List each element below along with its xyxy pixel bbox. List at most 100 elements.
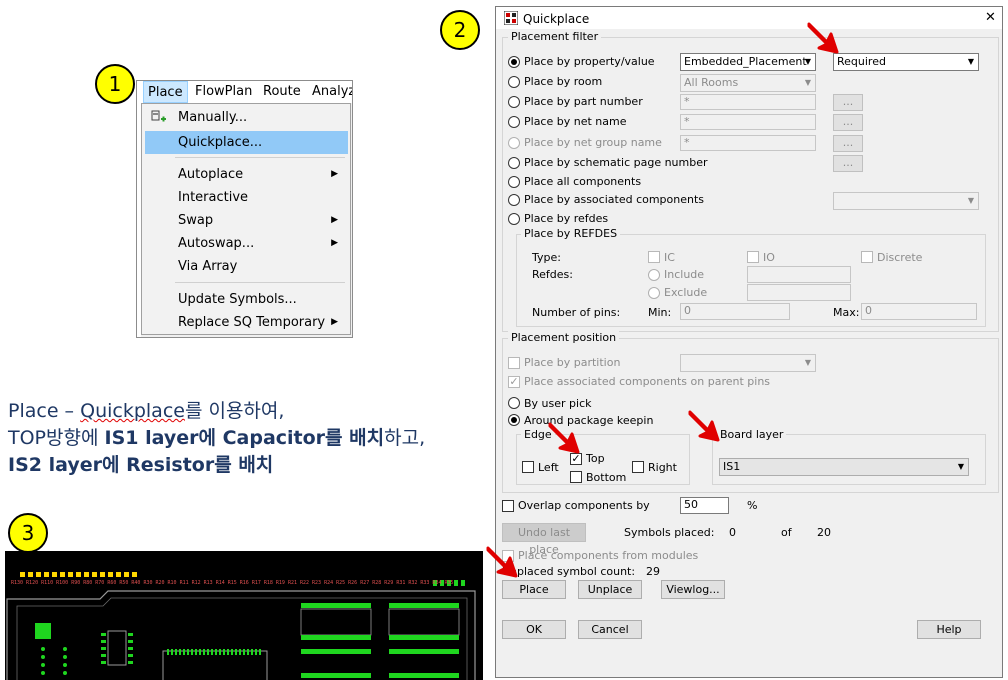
- menu-item-quickplace[interactable]: Quickplace...: [145, 131, 348, 154]
- refdes-label: Refdes:: [532, 268, 573, 281]
- include-field[interactable]: [747, 266, 851, 283]
- part-number-browse-button[interactable]: ...: [833, 94, 863, 111]
- checkbox-left[interactable]: [522, 461, 534, 473]
- associated-combo[interactable]: ▼: [833, 192, 979, 210]
- radio-property-value[interactable]: [508, 56, 520, 68]
- menu-item-autoplace[interactable]: Autoplace ▶: [145, 163, 348, 186]
- label-exclude: Exclude: [664, 286, 708, 299]
- radio-exclude[interactable]: [648, 287, 660, 299]
- radio-room[interactable]: [508, 76, 520, 88]
- annotation-arrow-icon: [688, 410, 720, 442]
- net-group-field[interactable]: *: [680, 135, 816, 151]
- checkbox-bottom[interactable]: [570, 471, 582, 483]
- annotation-arrow-icon: [548, 422, 580, 454]
- partition-combo[interactable]: ▼: [680, 354, 816, 372]
- help-button[interactable]: Help: [917, 620, 981, 639]
- manual-place-icon: [151, 110, 166, 122]
- radio-refdes[interactable]: [508, 213, 520, 225]
- annotation-arrow-icon: [807, 22, 839, 54]
- label-schematic-page: Place by schematic page number: [524, 156, 708, 169]
- part-number-field[interactable]: *: [680, 94, 816, 110]
- small-ic-pads: [101, 633, 133, 664]
- submenu-arrow-icon: ▶: [331, 169, 338, 179]
- label-overlap: Overlap components by: [518, 499, 650, 512]
- label-all-components: Place all components: [524, 175, 642, 188]
- label-associated: Place by associated components: [524, 193, 705, 206]
- instruction-text-part: TOP방향에: [8, 427, 105, 449]
- radio-part-number[interactable]: [508, 96, 520, 108]
- small-ic: [107, 630, 127, 666]
- viewlog-button[interactable]: Viewlog...: [661, 580, 725, 599]
- radio-user-pick[interactable]: [508, 397, 520, 409]
- menu-analyze[interactable]: Analyze: [312, 84, 352, 99]
- net-name-browse-button[interactable]: ...: [833, 114, 863, 131]
- undo-last-place-button[interactable]: Undo last place: [502, 523, 586, 556]
- memory-chip-2: [388, 603, 460, 678]
- menu-route[interactable]: Route: [263, 84, 301, 99]
- net-name-field[interactable]: *: [680, 114, 816, 130]
- menu-item-label: Update Symbols...: [178, 292, 297, 307]
- cancel-button[interactable]: Cancel: [578, 620, 642, 639]
- overlap-field[interactable]: 50: [680, 497, 729, 514]
- menu-item-replace-sq[interactable]: Replace SQ Temporary ▶: [145, 311, 348, 334]
- instruction-line-1: Place – Quickplace를 이용하여,: [8, 398, 488, 425]
- menu-item-autoswap[interactable]: Autoswap... ▶: [145, 232, 348, 255]
- annotation-arrow-icon: [486, 546, 518, 578]
- close-icon[interactable]: ✕: [985, 10, 996, 25]
- top-pad-row: [20, 572, 137, 577]
- checkbox-io[interactable]: [747, 251, 759, 263]
- pcb-board-graphic: R130 R120 R110 R100 R90 R80 R70 R60 R50 …: [6, 572, 476, 680]
- radio-net-group[interactable]: [508, 137, 520, 149]
- label-left: Left: [538, 461, 559, 474]
- radio-all-components[interactable]: [508, 176, 520, 188]
- checkbox-discrete[interactable]: [861, 251, 873, 263]
- radio-include[interactable]: [648, 269, 660, 281]
- menu-item-swap[interactable]: Swap ▶: [145, 209, 348, 232]
- radio-schematic-page[interactable]: [508, 157, 520, 169]
- menu-item-label: Via Array: [178, 259, 238, 274]
- checkbox-by-partition[interactable]: [508, 357, 520, 369]
- menu-item-interactive[interactable]: Interactive: [145, 186, 348, 209]
- label-assoc-parent: Place associated components on parent pi…: [524, 375, 771, 388]
- property-combo[interactable]: Embedded_Placement ▼: [680, 53, 816, 71]
- left-pad-column: [41, 647, 67, 675]
- menu-separator: [175, 282, 345, 283]
- value-combo[interactable]: Required ▼: [833, 53, 979, 71]
- unplace-button[interactable]: Unplace: [578, 580, 642, 599]
- menu-item-via-array[interactable]: Via Array: [145, 255, 348, 278]
- dialog-title: Quickplace: [523, 12, 590, 26]
- ok-button[interactable]: OK: [502, 620, 566, 639]
- label-io: IO: [763, 251, 775, 264]
- instruction-line-3: IS2 layer에 Resistor를 배치: [8, 452, 488, 479]
- radio-associated[interactable]: [508, 194, 520, 206]
- submenu-arrow-icon: ▶: [331, 215, 338, 225]
- checkbox-overlap[interactable]: [502, 500, 514, 512]
- place-button[interactable]: Place: [502, 580, 566, 599]
- board-layer-value: IS1: [723, 460, 741, 473]
- menu-item-update-symbols[interactable]: Update Symbols...: [145, 288, 348, 311]
- label-property-value: Place by property/value: [524, 55, 655, 68]
- schematic-page-browse-button[interactable]: ...: [833, 155, 863, 172]
- instruction-text-part: Place –: [8, 400, 81, 422]
- min-label: Min:: [648, 306, 672, 319]
- min-pins-field[interactable]: 0: [680, 303, 790, 320]
- net-group-browse-button[interactable]: ...: [833, 135, 863, 152]
- room-combo[interactable]: All Rooms ▼: [680, 74, 816, 92]
- qfp-package: [162, 650, 268, 680]
- submenu-arrow-icon: ▶: [331, 317, 338, 327]
- menu-item-manually[interactable]: Manually...: [145, 106, 348, 129]
- checkbox-ic[interactable]: [648, 251, 660, 263]
- room-combo-value: All Rooms: [684, 76, 739, 89]
- radio-net-name[interactable]: [508, 116, 520, 128]
- exclude-field[interactable]: [747, 284, 851, 301]
- place-menu-screenshot: Place FlowPlan Route Analyze Manually...…: [136, 80, 353, 338]
- checkbox-right[interactable]: [632, 461, 644, 473]
- chevron-down-icon: ▼: [967, 196, 974, 205]
- checkbox-assoc-parent[interactable]: ✓: [508, 376, 520, 388]
- max-pins-field[interactable]: 0: [861, 303, 977, 320]
- menu-flowplan[interactable]: FlowPlan: [195, 84, 252, 99]
- board-layer-combo[interactable]: IS1 ▼: [719, 458, 969, 476]
- menu-bar: Place FlowPlan Route Analyze: [137, 81, 352, 103]
- menu-place[interactable]: Place: [143, 81, 188, 103]
- radio-around-keepin[interactable]: [508, 414, 520, 426]
